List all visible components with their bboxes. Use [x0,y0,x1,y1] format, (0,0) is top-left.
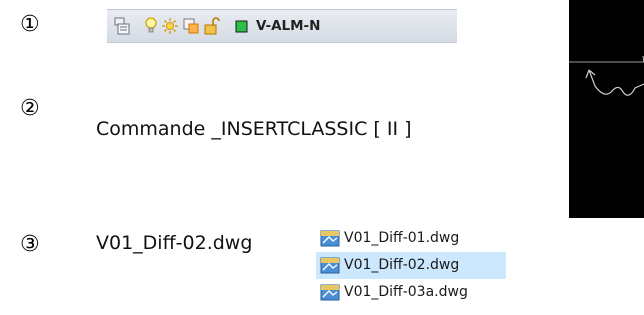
dwg-file-icon [320,230,340,247]
command-text: Commande _INSERTCLASSIC [ II ] [96,118,412,140]
file-list: V01_Diff-01.dwg V01_Diff-02.dwg V01_Diff… [316,225,506,306]
drawing-viewport[interactable] [569,0,644,218]
layer-name[interactable]: V-ALM-N [256,18,320,34]
dwg-file-icon [320,284,340,301]
current-file-name: V01_Diff-02.dwg [96,232,253,254]
unlock-icon[interactable] [203,16,221,36]
step-number-3: ③ [20,232,40,257]
file-item-v01-diff-03a[interactable]: V01_Diff-03a.dwg [316,279,506,306]
viewport-linework [569,55,644,96]
step-number-2: ② [20,96,40,121]
file-name: V01_Diff-03a.dwg [344,284,468,300]
file-name: V01_Diff-01.dwg [344,230,460,246]
file-item-v01-diff-02[interactable]: V01_Diff-02.dwg [316,252,506,279]
freeze-vp-icon[interactable] [182,16,200,36]
dwg-file-icon [320,257,340,274]
layer-manager-icon[interactable] [113,16,131,36]
sun-icon[interactable] [161,16,179,36]
color-swatch-icon[interactable] [233,16,251,36]
file-item-v01-diff-01[interactable]: V01_Diff-01.dwg [316,225,506,252]
step-number-1: ① [20,12,40,37]
file-name: V01_Diff-02.dwg [344,257,460,273]
layer-toolbar: V-ALM-N [107,9,457,43]
lightbulb-icon[interactable] [142,16,160,36]
